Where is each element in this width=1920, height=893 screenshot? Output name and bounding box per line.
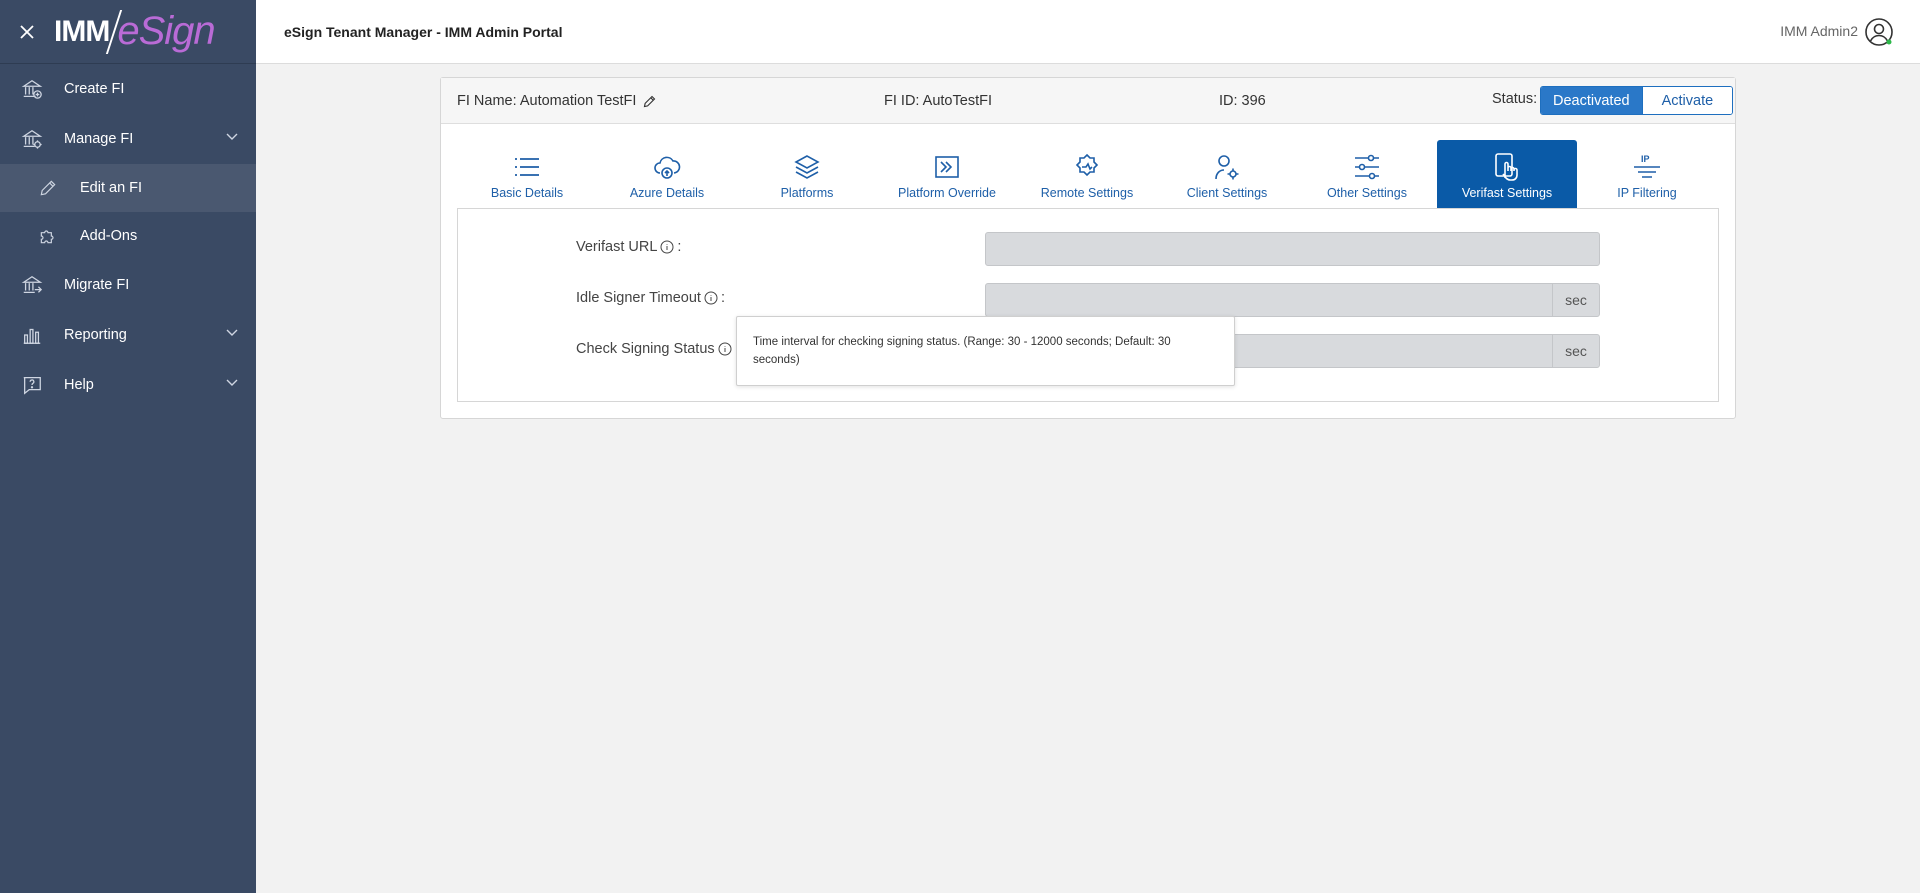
user-name[interactable]: IMM Admin2 bbox=[1780, 23, 1858, 39]
remote-gear-icon bbox=[1073, 152, 1101, 182]
tab-label: Platforms bbox=[780, 186, 834, 200]
info-icon[interactable] bbox=[704, 291, 718, 305]
label-colon: : bbox=[677, 239, 682, 255]
info-tooltip: Time interval for checking signing statu… bbox=[736, 316, 1235, 386]
sidebar-item-migrate-fi[interactable]: Migrate FI bbox=[0, 260, 256, 310]
info-icon[interactable] bbox=[660, 240, 674, 254]
sidebar-item-label: Migrate FI bbox=[64, 277, 130, 293]
sidebar-item-edit-fi[interactable]: Edit an FI bbox=[0, 164, 256, 212]
tab-other-settings[interactable]: Other Settings bbox=[1297, 140, 1437, 209]
logo-esign: eSign bbox=[117, 9, 215, 53]
puzzle-icon bbox=[36, 224, 60, 248]
status-toggle: Deactivated Activate bbox=[1540, 86, 1734, 115]
cloud-upload-icon bbox=[653, 152, 681, 182]
fi-name: FI Name: Automation TestFI bbox=[457, 93, 657, 109]
app-logo: IMM eSign bbox=[54, 0, 216, 64]
sidebar: IMM eSign Create FI Manage FI Edit an FI… bbox=[0, 0, 256, 893]
layers-icon bbox=[794, 152, 820, 182]
close-icon bbox=[20, 24, 34, 39]
tab-label: Remote Settings bbox=[1040, 186, 1134, 200]
sidebar-item-label: Help bbox=[64, 377, 94, 393]
label-colon: : bbox=[720, 290, 725, 306]
user-gear-icon bbox=[1214, 152, 1240, 182]
bar-chart-icon bbox=[20, 323, 44, 347]
help-bubble-icon bbox=[20, 373, 44, 397]
fi-name-label: FI Name: Automation TestFI bbox=[457, 93, 637, 109]
check-status-label: Check Signing Status bbox=[576, 341, 715, 357]
chevron-down-icon bbox=[226, 379, 238, 386]
logo-imm: IMM bbox=[54, 14, 110, 48]
idle-timeout-field[interactable]: sec bbox=[985, 283, 1600, 317]
deactivated-button[interactable]: Deactivated bbox=[1541, 87, 1642, 114]
activate-button[interactable]: Activate bbox=[1641, 87, 1733, 114]
tab-label: Verifast Settings bbox=[1461, 186, 1553, 200]
svg-text:IP: IP bbox=[1641, 154, 1650, 164]
sidebar-item-help[interactable]: Help bbox=[0, 360, 256, 410]
edit-pencil-icon[interactable] bbox=[642, 94, 657, 109]
idle-timeout-label-row: Idle Signer Timeout : bbox=[576, 290, 725, 306]
tab-client-settings[interactable]: Client Settings bbox=[1157, 140, 1297, 209]
touch-device-icon bbox=[1494, 152, 1520, 182]
verifast-url-input[interactable] bbox=[985, 232, 1600, 266]
record-id: ID: 396 bbox=[1219, 93, 1266, 109]
page-title: eSign Tenant Manager - IMM Admin Portal bbox=[284, 24, 563, 40]
sliders-icon bbox=[1353, 152, 1381, 182]
list-icon bbox=[514, 152, 540, 182]
fi-summary-bar: FI Name: Automation TestFI FI ID: AutoTe… bbox=[441, 78, 1735, 124]
sidebar-item-create-fi[interactable]: Create FI bbox=[0, 64, 256, 114]
tab-basic-details[interactable]: Basic Details bbox=[457, 140, 597, 209]
verifast-url-label: Verifast URL bbox=[576, 239, 658, 255]
tab-label: Other Settings bbox=[1327, 186, 1407, 200]
sidebar-item-manage-fi[interactable]: Manage FI bbox=[0, 114, 256, 164]
sidebar-item-label: Reporting bbox=[64, 327, 127, 343]
tab-verifast-settings[interactable]: Verifast Settings bbox=[1437, 140, 1577, 209]
settings-tabs: Basic Details Azure Details Platforms Pl… bbox=[457, 140, 1717, 209]
close-sidebar-button[interactable] bbox=[0, 0, 54, 64]
check-status-label-row: Check Signing Status bbox=[576, 341, 735, 357]
chevron-down-icon bbox=[226, 133, 238, 140]
bank-arrow-icon bbox=[20, 273, 44, 297]
tab-platforms[interactable]: Platforms bbox=[737, 140, 877, 209]
sidebar-item-reporting[interactable]: Reporting bbox=[0, 310, 256, 360]
tab-label: IP Filtering bbox=[1617, 186, 1677, 200]
sidebar-item-label: Edit an FI bbox=[80, 180, 143, 196]
tab-ip-filtering[interactable]: IP IP Filtering bbox=[1577, 140, 1717, 209]
tab-label: Basic Details bbox=[490, 186, 564, 200]
sidebar-item-label: Manage FI bbox=[64, 131, 134, 147]
fi-id: FI ID: AutoTestFI bbox=[884, 93, 992, 109]
bank-gear-icon bbox=[20, 127, 44, 151]
arrow-in-box-icon bbox=[934, 152, 960, 182]
tab-label: Platform Override bbox=[898, 186, 996, 200]
tab-azure-details[interactable]: Azure Details bbox=[597, 140, 737, 209]
bank-plus-icon bbox=[20, 77, 44, 101]
sidebar-item-label: Create FI bbox=[64, 81, 125, 97]
unit-suffix: sec bbox=[1552, 284, 1599, 316]
pencil-icon bbox=[36, 176, 60, 200]
user-avatar-icon[interactable] bbox=[1864, 17, 1894, 47]
unit-suffix: sec bbox=[1552, 335, 1599, 367]
info-icon[interactable] bbox=[718, 342, 732, 356]
tab-platform-override[interactable]: Platform Override bbox=[877, 140, 1017, 209]
tab-label: Client Settings bbox=[1186, 186, 1268, 200]
top-header: eSign Tenant Manager - IMM Admin Portal … bbox=[256, 0, 1920, 64]
status-label: Status: bbox=[1492, 91, 1538, 107]
sidebar-item-add-ons[interactable]: Add-Ons bbox=[0, 212, 256, 260]
verifast-url-label-row: Verifast URL : bbox=[576, 239, 681, 255]
sidebar-item-label: Add-Ons bbox=[80, 228, 138, 244]
ip-filter-icon: IP bbox=[1633, 152, 1661, 182]
idle-timeout-label: Idle Signer Timeout bbox=[576, 290, 701, 306]
tab-label: Azure Details bbox=[629, 186, 705, 200]
sidebar-header: IMM eSign bbox=[0, 0, 256, 64]
tab-remote-settings[interactable]: Remote Settings bbox=[1017, 140, 1157, 209]
chevron-down-icon bbox=[226, 329, 238, 336]
